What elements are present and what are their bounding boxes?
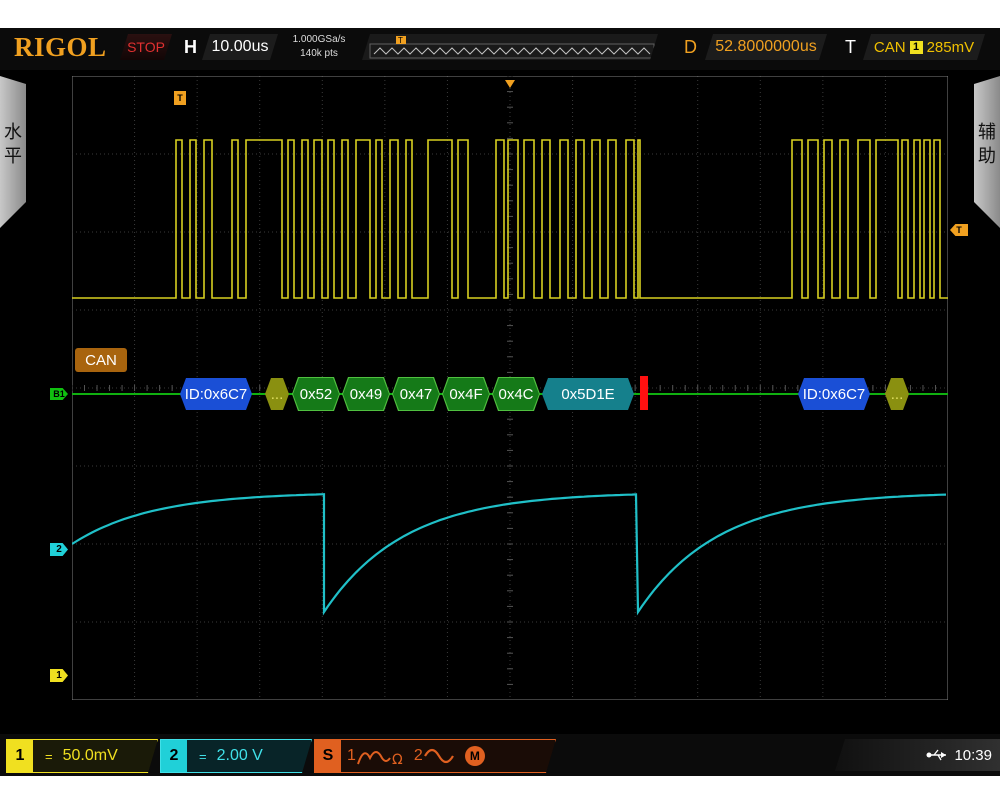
trigger-display[interactable]: CAN 1 285mV bbox=[863, 34, 985, 60]
ch1-waveform bbox=[72, 139, 948, 299]
bottom-channel-bar: 1 = 50.0mV 2 = 2.00 V S 1 Ω 2 M 10:39 bbox=[0, 734, 1000, 776]
ch1-number: 1 bbox=[7, 740, 33, 772]
left-tab-char-2: 平 bbox=[4, 146, 22, 166]
ch2-settings-button[interactable]: 2 = 2.00 V bbox=[160, 739, 312, 773]
waveform-m-ohm-icon: Ω bbox=[356, 744, 408, 768]
ch2-number: 2 bbox=[161, 740, 187, 772]
sine-wave-icon bbox=[423, 744, 457, 768]
notification-area: 10:39 bbox=[835, 739, 1000, 771]
rigol-logo: RIGOL bbox=[14, 32, 107, 62]
trigger-source-chip: 1 bbox=[910, 41, 923, 54]
oscilloscope-screen: RIGOL STOP H 10.00us 1.000GSa/s 140k pts… bbox=[0, 28, 1000, 776]
left-tab-char-1: 水 bbox=[4, 122, 22, 142]
can-frame-id: ID:0x6C7 bbox=[798, 378, 870, 410]
math-source-2: 2 bbox=[413, 747, 423, 764]
trigger-level: 285mV bbox=[926, 38, 975, 56]
can-data-byte: 0x4C bbox=[493, 378, 539, 410]
ch2-coupling: = bbox=[199, 748, 207, 764]
utility-menu-tab[interactable]: 辅 助 bbox=[974, 76, 1000, 228]
horizontal-menu-tab[interactable]: 水 平 bbox=[0, 76, 26, 228]
right-tab-char-2: 助 bbox=[978, 146, 996, 166]
acquisition-info: 1.000GSa/s 140k pts bbox=[284, 33, 354, 61]
ch2-scale: 2.00 V bbox=[216, 747, 263, 764]
trigger-position-marker[interactable]: T bbox=[174, 91, 186, 105]
ch2-offset-marker[interactable]: 2 bbox=[50, 543, 68, 556]
svg-text:Ω: Ω bbox=[392, 752, 403, 768]
run-stop-status[interactable]: STOP bbox=[120, 34, 172, 60]
can-data-byte: 0x52 bbox=[293, 378, 339, 410]
delay-display[interactable]: 52.8000000us bbox=[705, 34, 827, 60]
waveform-overview-bar[interactable]: T bbox=[362, 34, 658, 60]
can-crc-field: 0x5D1E bbox=[542, 378, 634, 410]
bus-b1-marker[interactable]: B1 bbox=[50, 388, 68, 400]
can-data-byte: 0x47 bbox=[393, 378, 439, 410]
horizontal-label: H bbox=[184, 37, 197, 57]
ch2-waveform bbox=[72, 493, 947, 616]
memory-depth: 140k pts bbox=[300, 48, 338, 59]
delay-label: D bbox=[684, 37, 697, 57]
math-source-1: 1 bbox=[347, 747, 356, 764]
math-label: S bbox=[315, 740, 341, 772]
overview-waveform-icon: T bbox=[362, 34, 658, 60]
right-tab-char-1: 辅 bbox=[978, 122, 996, 142]
bus-name-label: CAN bbox=[75, 348, 127, 372]
can-data-byte: 0x49 bbox=[343, 378, 389, 410]
ch1-coupling: = bbox=[45, 748, 53, 764]
can-error-marker bbox=[640, 376, 648, 410]
ch1-settings-button[interactable]: 1 = 50.0mV bbox=[6, 739, 158, 773]
top-status-bar: RIGOL STOP H 10.00us 1.000GSa/s 140k pts… bbox=[0, 28, 1000, 70]
trigger-level-marker[interactable]: T bbox=[950, 224, 968, 236]
usb-icon bbox=[926, 749, 947, 761]
can-data-byte: 0x4F bbox=[443, 378, 489, 410]
trigger-label: T bbox=[845, 37, 856, 57]
trigger-type: CAN bbox=[873, 38, 906, 56]
math-m-icon: M bbox=[465, 746, 485, 766]
ch1-scale: 50.0mV bbox=[62, 747, 118, 764]
sample-rate: 1.000GSa/s bbox=[292, 34, 346, 45]
ch1-offset-marker[interactable]: 1 bbox=[50, 669, 68, 682]
svg-text:T: T bbox=[398, 36, 403, 45]
timebase-display[interactable]: 10.00us bbox=[202, 34, 278, 60]
can-frame-id: ID:0x6C7 bbox=[180, 378, 252, 410]
clock-time: 10:39 bbox=[954, 746, 992, 764]
math-settings-button[interactable]: S 1 Ω 2 M bbox=[314, 739, 556, 773]
